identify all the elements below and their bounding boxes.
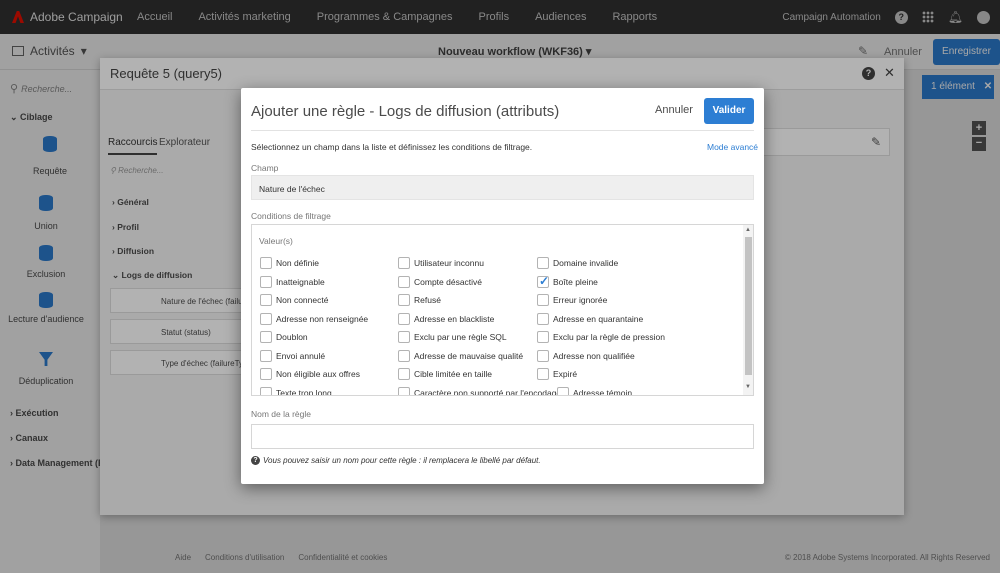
checkbox[interactable]	[398, 386, 410, 395]
checkbox[interactable]	[260, 368, 272, 380]
dialog-title: Ajouter une règle - Logs de diffusion (a…	[251, 103, 560, 120]
checkbox-label: Non définie	[276, 258, 320, 268]
rule-name-input[interactable]	[251, 424, 754, 449]
rule-name-label: Nom de la règle	[251, 409, 312, 419]
checkbox-label: Envoi annulé	[276, 350, 326, 361]
scrollbar[interactable]: ▲ ▼	[743, 225, 753, 395]
checkbox[interactable]	[537, 331, 549, 343]
checkbox-label: Boîte pleine	[553, 276, 598, 287]
values-checkbox-list: Non définie Utilisateur inconnu Domaine in…	[252, 225, 742, 396]
checkbox-label: Adresse de mauvaise qualité	[414, 350, 524, 361]
checkbox[interactable]	[398, 349, 410, 362]
checkbox[interactable]	[398, 331, 410, 343]
hint-text: Vous pouvez saisir un nom pour cette règ…	[263, 456, 541, 465]
checkbox-label: Compte désactivé	[414, 276, 483, 287]
checkbox[interactable]	[537, 312, 549, 325]
checkbox-label: Exclu par la règle de pression	[553, 332, 665, 342]
checkbox[interactable]	[398, 294, 410, 306]
checkbox-label: Refusé	[414, 295, 441, 305]
checkbox-label: Cible limitée en taille	[414, 369, 492, 379]
conditions-label: Conditions de filtrage	[251, 211, 331, 221]
checkbox[interactable]	[537, 368, 549, 380]
checkbox[interactable]	[398, 275, 410, 288]
checkbox[interactable]	[398, 312, 410, 325]
checkbox-label: Texte trop long	[276, 387, 332, 396]
checkbox[interactable]	[398, 257, 410, 269]
checkbox-label: Adresse non renseignée	[276, 313, 369, 324]
checkbox-label: Adresse en quarantaine	[553, 313, 644, 324]
scroll-down-icon[interactable]: ▼	[745, 384, 751, 390]
hint: ? Vous pouvez saisir un nom pour cette r…	[251, 456, 541, 465]
divider	[251, 130, 754, 131]
checkbox[interactable]	[260, 275, 272, 288]
checkbox[interactable]	[260, 386, 272, 395]
checkbox-label: Exclu par une règle SQL	[414, 332, 507, 342]
conditions-box: Valeur(s) Non définie Utilisateur inconnu…	[251, 224, 754, 396]
checkbox[interactable]	[260, 349, 272, 362]
checkbox[interactable]	[537, 257, 549, 269]
checkbox-label: Inatteignable	[276, 276, 325, 287]
checkbox-label: Caractère non supporté par l'encodage	[414, 387, 562, 396]
advanced-mode-link[interactable]: Mode avancé	[707, 142, 758, 152]
checkbox[interactable]	[260, 294, 272, 306]
checkbox-label: Expiré	[553, 369, 578, 379]
checkbox[interactable]	[398, 368, 410, 380]
field-value[interactable]: Nature de l'échec	[251, 175, 754, 200]
checkbox-label: Adresse en blackliste	[414, 313, 495, 324]
checkbox-label: Domaine invalide	[553, 258, 619, 268]
checkbox[interactable]	[557, 386, 569, 395]
checkbox-label: Non éligible aux offres	[276, 369, 360, 379]
checkbox-label: Adresse non qualifiée	[553, 350, 635, 361]
checkbox[interactable]	[260, 257, 272, 269]
scroll-up-icon[interactable]: ▲	[745, 227, 751, 233]
cancel-button[interactable]: Annuler	[655, 104, 693, 116]
checkbox[interactable]	[537, 294, 549, 306]
confirm-button[interactable]: Valider	[704, 98, 754, 124]
field-label: Champ	[251, 163, 279, 173]
checkbox-checked[interactable]: ✓	[537, 273, 550, 288]
checkbox-label: Non connecté	[276, 295, 329, 305]
checkbox-label: Erreur ignorée	[553, 295, 608, 305]
add-rule-dialog: Ajouter une règle - Logs de diffusion (a…	[241, 88, 764, 484]
info-icon: ?	[251, 456, 260, 465]
checkbox[interactable]	[260, 331, 272, 343]
checkmark-icon: ✓	[539, 273, 550, 288]
checkbox[interactable]	[537, 349, 549, 362]
checkbox-label: Utilisateur inconnu	[414, 258, 484, 268]
instruction-text: Sélectionnez un champ dans la liste et d…	[251, 142, 533, 152]
checkbox-label: Adresse témoin	[573, 387, 633, 396]
checkbox[interactable]	[260, 312, 272, 325]
scrollbar-thumb[interactable]	[745, 237, 752, 375]
checkbox-label: Doublon	[276, 332, 308, 342]
